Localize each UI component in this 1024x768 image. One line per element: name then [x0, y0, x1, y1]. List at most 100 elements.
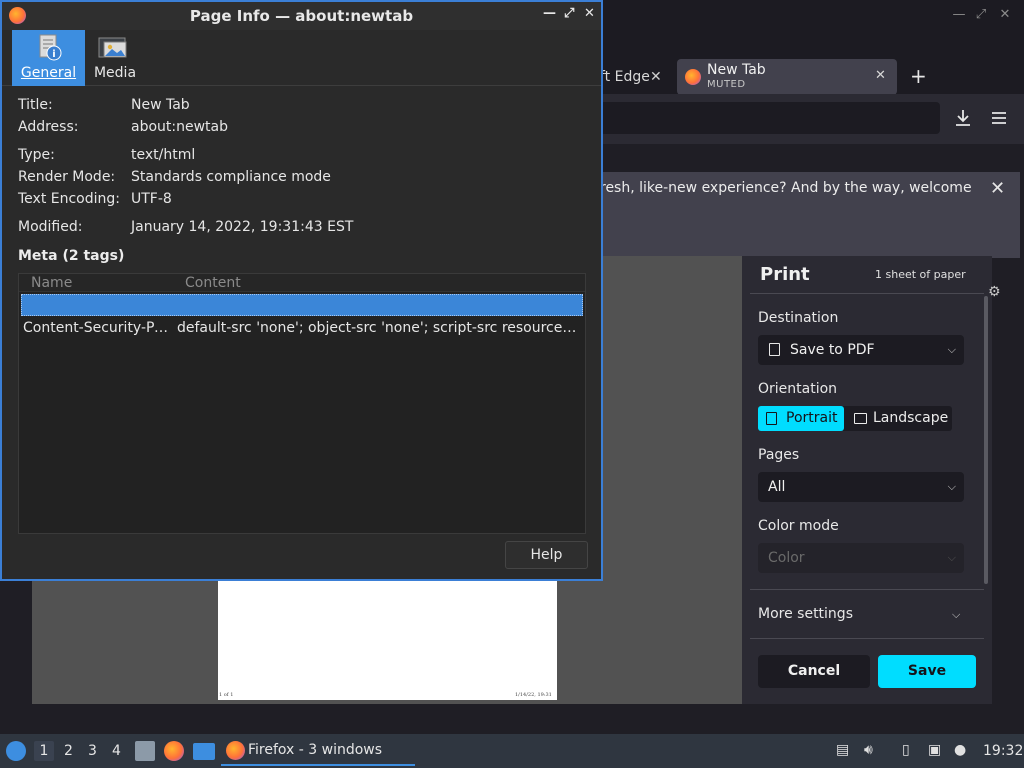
url-bar[interactable]: [600, 102, 940, 134]
page-info-dialog: Page Info — about:newtab — ⤢ ✕ i General…: [0, 0, 603, 581]
show-desktop-icon[interactable]: [193, 743, 215, 760]
meta-row-content[interactable]: default-src 'none'; object-src 'none'; s…: [177, 320, 579, 336]
tab-label: New Tab: [707, 62, 766, 78]
chevron-down-icon[interactable]: ⌵: [952, 608, 960, 622]
column-header-content[interactable]: Content: [185, 275, 241, 291]
file-manager-icon[interactable]: [135, 741, 155, 761]
tab-general-label: General: [20, 65, 77, 81]
firefox-icon: [685, 69, 701, 85]
chevron-down-icon: ⌵: [947, 343, 956, 356]
chevron-down-icon: ⌵: [947, 551, 956, 564]
chevron-down-icon: ⌵: [947, 480, 956, 493]
portrait-toggle[interactable]: Portrait: [758, 406, 844, 431]
clipboard-tray-icon[interactable]: ▤: [836, 742, 849, 758]
pages-label: Pages: [758, 447, 800, 463]
color-mode-select[interactable]: Color ⌵: [758, 543, 964, 573]
notification-text: resh, like-new experience? And by the wa…: [600, 180, 972, 196]
dialog-title: Page Info — about:newtab: [189, 7, 414, 25]
destination-value: Save to PDF: [790, 342, 875, 358]
address-label: Address:: [18, 119, 79, 135]
preview-page: [218, 578, 557, 700]
settings-scrollbar[interactable]: [984, 296, 988, 584]
tab-general[interactable]: i General: [12, 30, 85, 86]
type-value[interactable]: text/html: [131, 147, 195, 163]
tab-media[interactable]: Media: [87, 30, 143, 86]
close-tab-icon[interactable]: ✕: [875, 68, 886, 83]
orientation-label: Orientation: [758, 381, 838, 397]
minimize-icon[interactable]: —: [543, 6, 556, 21]
table-row-selected[interactable]: [21, 294, 583, 316]
taskbar-firefox-item[interactable]: Firefox - 3 windows: [221, 736, 415, 766]
modified-label: Modified:: [18, 219, 83, 235]
color-mode-label: Color mode: [758, 518, 839, 534]
print-title: Print: [760, 264, 810, 285]
tab-new-tab[interactable]: New Tab MUTED ✕: [677, 59, 897, 95]
new-tab-plus-icon[interactable]: +: [910, 64, 930, 88]
landscape-toggle[interactable]: Landscape: [846, 406, 952, 431]
minimize-icon[interactable]: —: [950, 6, 968, 24]
type-label: Type:: [18, 147, 55, 163]
color-mode-value: Color: [768, 550, 805, 566]
meta-table[interactable]: Name Content Content-Security-Pol... def…: [18, 273, 586, 534]
cancel-button[interactable]: Cancel: [758, 655, 870, 688]
workspace-1[interactable]: 1: [34, 741, 54, 761]
save-button[interactable]: Save: [878, 655, 976, 688]
more-settings-toggle[interactable]: More settings: [758, 606, 853, 622]
maximize-icon[interactable]: ⤢: [564, 6, 574, 21]
landscape-icon: [854, 413, 867, 424]
modified-value[interactable]: January 14, 2022, 19:31:43 EST: [131, 219, 353, 235]
tab-muted-label[interactable]: MUTED: [707, 79, 746, 90]
firefox-launcher-icon[interactable]: [164, 741, 184, 761]
tab-edge[interactable]: ft Edge ✕: [600, 62, 672, 92]
render-mode-value[interactable]: Standards compliance mode: [131, 169, 331, 185]
help-button[interactable]: Help: [505, 541, 588, 569]
divider: [750, 638, 984, 639]
gear-icon[interactable]: ⚙: [988, 284, 1001, 300]
landscape-label: Landscape: [873, 410, 949, 426]
taskbar-item-label: Firefox - 3 windows: [248, 742, 383, 758]
document-icon: [769, 343, 780, 356]
preview-footer-left: 1 of 1: [219, 692, 234, 698]
notes-tray-icon[interactable]: ▯: [902, 742, 910, 758]
divider: [750, 293, 984, 294]
workspace-3[interactable]: 3: [88, 743, 97, 759]
portrait-label: Portrait: [786, 410, 838, 426]
maximize-icon[interactable]: ⤢: [972, 6, 990, 24]
meta-heading: Meta (2 tags): [18, 248, 125, 264]
close-icon[interactable]: ✕: [996, 6, 1014, 24]
close-tab-icon[interactable]: ✕: [650, 62, 662, 92]
hamburger-menu-icon[interactable]: [990, 110, 1008, 126]
destination-select[interactable]: Save to PDF ⌵: [758, 335, 964, 365]
divider: [750, 589, 984, 590]
dialog-tab-bar: i General Media: [2, 30, 601, 86]
network-icon[interactable]: ▣: [928, 742, 941, 758]
meta-row-name[interactable]: Content-Security-Pol...: [23, 320, 173, 336]
start-menu-icon[interactable]: [6, 741, 26, 761]
sheet-count: 1 sheet of paper: [875, 268, 966, 281]
close-notification-icon[interactable]: ✕: [990, 178, 1005, 199]
workspace-4[interactable]: 4: [112, 743, 121, 759]
dialog-titlebar[interactable]: Page Info — about:newtab — ⤢ ✕: [2, 2, 601, 30]
column-header-name[interactable]: Name: [31, 275, 72, 291]
portrait-icon: [766, 412, 777, 425]
svg-text:i: i: [52, 49, 55, 60]
update-notifier-icon[interactable]: ●: [954, 742, 966, 758]
preview-footer-right: 1/14/22, 19:31: [515, 692, 552, 698]
render-mode-label: Render Mode:: [18, 169, 116, 185]
download-icon[interactable]: [954, 108, 972, 128]
media-icon: [98, 37, 127, 58]
destination-label: Destination: [758, 310, 839, 326]
title-label: Title:: [18, 97, 53, 113]
clock[interactable]: 19:32: [983, 743, 1023, 759]
tab-media-label: Media: [93, 65, 137, 81]
workspace-2[interactable]: 2: [64, 743, 73, 759]
meta-table-header: Name Content: [19, 274, 585, 292]
volume-icon[interactable]: 🔊︎: [864, 742, 873, 758]
pages-select[interactable]: All ⌵: [758, 472, 964, 502]
firefox-icon: [226, 741, 245, 760]
address-value[interactable]: about:newtab: [131, 119, 228, 135]
close-icon[interactable]: ✕: [584, 6, 595, 21]
title-value[interactable]: New Tab: [131, 97, 190, 113]
text-encoding-value[interactable]: UTF-8: [131, 191, 172, 207]
pages-value: All: [768, 479, 786, 495]
